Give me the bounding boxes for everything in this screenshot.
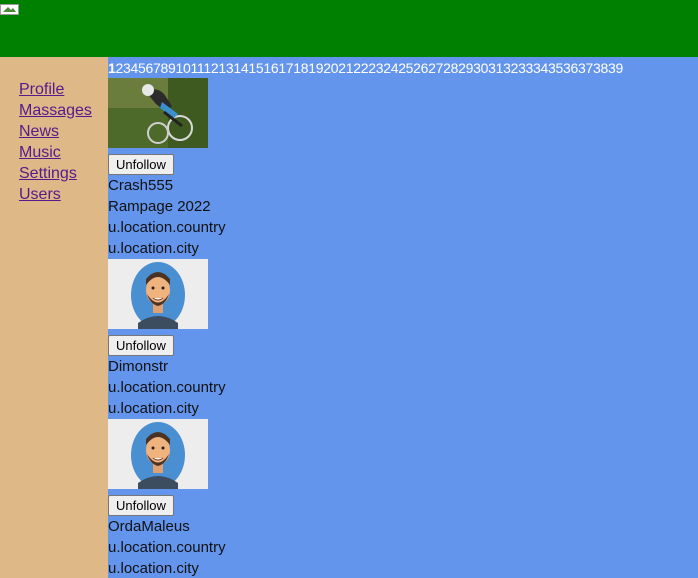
broken-image-icon <box>0 4 19 15</box>
user-avatar-cartoon-man <box>108 259 208 329</box>
user-city: u.location.city <box>108 400 199 417</box>
sidebar-item-users[interactable]: Users <box>19 186 61 203</box>
page-number[interactable]: 19 <box>308 60 323 76</box>
page-number[interactable]: 1 <box>108 60 116 76</box>
page-number[interactable]: 13 <box>218 60 233 76</box>
user-country: u.location.country <box>108 539 226 556</box>
page-number[interactable]: 2 <box>116 60 124 76</box>
page-number[interactable]: 36 <box>563 60 578 76</box>
user-country: u.location.country <box>108 219 226 236</box>
page-number[interactable]: 10 <box>176 60 191 76</box>
page-number[interactable]: 25 <box>398 60 413 76</box>
page-number[interactable]: 29 <box>458 60 473 76</box>
page-number[interactable]: 38 <box>593 60 608 76</box>
page-number[interactable]: 7 <box>153 60 161 76</box>
users-content: 1234567891011121314151617181920212223242… <box>108 57 698 578</box>
page-number[interactable]: 35 <box>548 60 563 76</box>
app-header <box>0 0 698 57</box>
page-number[interactable]: 14 <box>233 60 248 76</box>
page-number[interactable]: 11 <box>190 60 203 76</box>
page-number[interactable]: 6 <box>146 60 154 76</box>
page-number[interactable]: 3 <box>123 60 131 76</box>
sidebar-item-news[interactable]: News <box>19 123 59 140</box>
sidebar-nav: Profile Massages News Music Settings Use… <box>0 57 108 205</box>
unfollow-button[interactable]: Unfollow <box>108 335 174 356</box>
page-number[interactable]: 18 <box>293 60 308 76</box>
page-number[interactable]: 22 <box>353 60 368 76</box>
page-number[interactable]: 26 <box>413 60 428 76</box>
user-name: OrdaMaleus <box>108 518 190 535</box>
page-number[interactable]: 21 <box>338 60 353 76</box>
page-number[interactable]: 16 <box>263 60 278 76</box>
page-number[interactable]: 31 <box>488 60 503 76</box>
page-number[interactable]: 24 <box>383 60 398 76</box>
user-card: Unfollow OrdaMaleus u.location.country u… <box>108 419 698 578</box>
sidebar-item-profile[interactable]: Profile <box>19 81 64 98</box>
user-city: u.location.city <box>108 560 199 577</box>
page-number[interactable]: 23 <box>368 60 383 76</box>
page-number[interactable]: 20 <box>323 60 338 76</box>
unfollow-button[interactable]: Unfollow <box>108 154 174 175</box>
sidebar: Profile Massages News Music Settings Use… <box>0 57 108 578</box>
page-number[interactable]: 27 <box>428 60 443 76</box>
user-avatar-cartoon-man <box>108 419 208 489</box>
page-number[interactable]: 34 <box>533 60 548 76</box>
user-name: Crash555 <box>108 177 174 194</box>
page-number[interactable]: 8 <box>161 60 169 76</box>
pagination: 1234567891011121314151617181920212223242… <box>108 57 698 78</box>
page-number[interactable]: 15 <box>248 60 263 76</box>
user-country: u.location.country <box>108 379 226 396</box>
page-number[interactable]: 28 <box>443 60 458 76</box>
user-city: u.location.city <box>108 240 199 257</box>
user-status: Rampage 2022 <box>108 198 211 215</box>
user-name: Dimonstr <box>108 358 169 375</box>
page-number[interactable]: 5 <box>138 60 146 76</box>
user-card: Unfollow Dimonstr u.location.country u.l… <box>108 259 698 419</box>
page-number[interactable]: 37 <box>578 60 593 76</box>
page-number[interactable]: 12 <box>203 60 218 76</box>
page-number[interactable]: 17 <box>278 60 293 76</box>
page-number[interactable]: 4 <box>131 60 139 76</box>
page-number[interactable]: 9 <box>168 60 176 76</box>
user-avatar-bike-photo <box>108 78 208 148</box>
page-number[interactable]: 39 <box>608 60 623 76</box>
sidebar-item-music[interactable]: Music <box>19 144 61 161</box>
page-number[interactable]: 33 <box>518 60 533 76</box>
page-number[interactable]: 32 <box>503 60 518 76</box>
unfollow-button[interactable]: Unfollow <box>108 495 174 516</box>
page-number[interactable]: 30 <box>473 60 488 76</box>
sidebar-item-settings[interactable]: Settings <box>19 165 77 182</box>
sidebar-item-messages[interactable]: Massages <box>19 102 92 119</box>
user-card: Unfollow Crash555 Rampage 2022 u.locatio… <box>108 78 698 259</box>
